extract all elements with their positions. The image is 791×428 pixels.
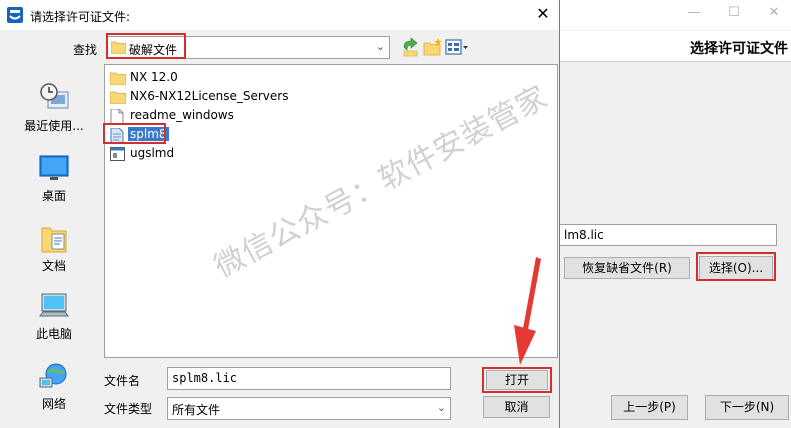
file-name: NX 12.0 (130, 70, 178, 84)
look-in-label: 查找 (73, 43, 98, 57)
file-name-label: 文件名 (104, 374, 141, 388)
background-installer-window: — ☐ ✕ 选择许可证文件 lm8.lic 恢复缺省文件(R) 选择(O)...… (558, 0, 791, 428)
select-button-highlight (696, 252, 776, 281)
sidebar-item-documents[interactable]: 文档 (14, 222, 94, 274)
next-button[interactable]: 下一步(N) (705, 395, 789, 420)
app-icon (7, 7, 23, 23)
restore-default-button[interactable]: 恢复缺省文件(R) (564, 257, 690, 279)
file-type-dropdown[interactable]: 所有文件 ⌄ (167, 397, 451, 420)
up-folder-icon[interactable] (402, 37, 420, 57)
file-name-input[interactable]: splm8.lic (167, 367, 451, 390)
new-folder-icon[interactable] (423, 37, 443, 57)
cancel-button[interactable]: 取消 (483, 396, 550, 418)
folder-icon (110, 72, 126, 85)
previous-button[interactable]: 上一步(P) (611, 395, 688, 420)
application-icon (110, 147, 125, 161)
dialog-title: 请选择许可证文件: (30, 10, 131, 24)
annotation-arrow-icon (514, 257, 541, 365)
folder-icon (110, 91, 126, 104)
sidebar-item-label: 文档 (41, 259, 66, 273)
documents-icon (41, 227, 67, 253)
sidebar-item-computer[interactable]: 此电脑 (14, 292, 94, 342)
close-icon[interactable]: ✕ (532, 4, 554, 24)
maximize-icon[interactable]: ☐ (727, 6, 741, 20)
sidebar-item-label: 此电脑 (35, 327, 72, 341)
dialog-titlebar: 请选择许可证文件: ✕ (0, 0, 559, 30)
computer-icon (39, 293, 69, 317)
file-type-label: 文件类型 (104, 402, 153, 416)
file-type-value: 所有文件 (172, 403, 221, 417)
file-name: ugslmd (130, 146, 175, 160)
sidebar-item-label: 网络 (41, 397, 66, 411)
sidebar-item-recent[interactable]: 最近使用... (14, 82, 94, 134)
background-header: 选择许可证文件 (559, 31, 791, 62)
recent-places-icon (40, 83, 69, 109)
background-titlebar: — ☐ ✕ (559, 0, 791, 30)
network-icon (39, 363, 67, 388)
selected-file-highlight (103, 123, 166, 144)
open-button-highlight (482, 367, 552, 393)
sidebar-item-label: 最近使用... (24, 119, 84, 133)
minimize-icon[interactable]: — (687, 6, 701, 20)
desktop-icon (39, 155, 69, 180)
license-path-input[interactable]: lm8.lic (559, 224, 777, 246)
file-name: NX6-NX12License_Servers (130, 89, 289, 103)
sidebar-item-network[interactable]: 网络 (14, 362, 94, 412)
file-name: readme_windows (130, 108, 234, 122)
chevron-down-icon[interactable]: ⌄ (376, 40, 385, 53)
view-menu-icon[interactable] (445, 37, 469, 57)
look-in-highlight (106, 33, 186, 59)
text-file-icon (110, 109, 124, 124)
sidebar-item-desktop[interactable]: 桌面 (14, 154, 94, 204)
chevron-down-icon[interactable]: ⌄ (437, 401, 446, 414)
sidebar-item-label: 桌面 (41, 189, 66, 203)
background-header-title: 选择许可证文件 (690, 41, 788, 57)
close-icon[interactable]: ✕ (767, 6, 781, 20)
